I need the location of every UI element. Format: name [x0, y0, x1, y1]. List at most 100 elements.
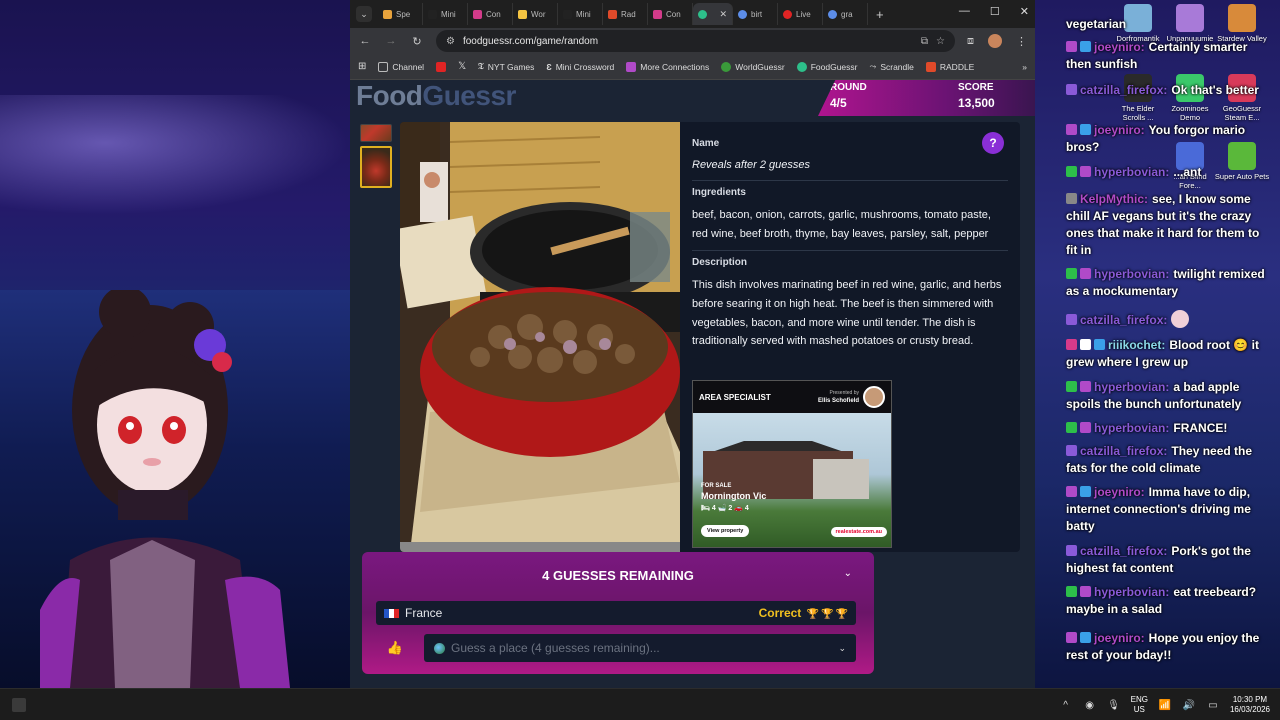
close-tab-icon[interactable]: ✕ — [719, 9, 727, 20]
chat-username[interactable]: hyperbovian: — [1094, 267, 1169, 281]
ad-presented-by: Presented by — [829, 390, 859, 396]
browser-tab[interactable]: birt — [733, 3, 778, 25]
chat-username[interactable]: hyperbovian: — [1094, 421, 1169, 435]
view-property-button[interactable]: View property — [701, 525, 750, 537]
chevron-down-icon[interactable]: ⌄ — [844, 568, 852, 579]
tab-favicon — [738, 9, 747, 19]
microphone-icon[interactable]: 🎙 — [1107, 698, 1121, 712]
forward-icon[interactable]: → — [384, 35, 398, 47]
language-indicator[interactable]: ENG US — [1131, 695, 1148, 715]
bookmark-mini-crossword[interactable]: Ɛ Mini Crossword — [546, 62, 614, 72]
menu-kebab-icon[interactable]: ⋮ — [1016, 35, 1027, 48]
chat-username[interactable]: joeyniro: — [1094, 631, 1145, 645]
browser-tab[interactable]: gra — [823, 3, 868, 25]
bookmark-foodguessr[interactable]: FoodGuessr — [796, 61, 858, 72]
prime-badge-icon — [1080, 124, 1091, 135]
advertisement[interactable]: AREA SPECIALIST Presented by Ellis Schof… — [692, 380, 892, 548]
ingredients-heading: Ingredients — [692, 187, 746, 198]
bookmark-label: RADDLE — [939, 61, 975, 72]
browser-tab[interactable]: Wor — [513, 3, 558, 25]
tray-app-icon[interactable]: ◉ — [1083, 698, 1097, 712]
profile-avatar[interactable] — [988, 34, 1002, 48]
chat-message: KelpMythic: see, I know some chill AF veg… — [1066, 191, 1271, 259]
chat-username[interactable]: hyperbovian: — [1094, 585, 1169, 599]
tab-label: birt — [751, 9, 763, 19]
taskbar-app-icon[interactable] — [12, 698, 26, 712]
bookmark-channel[interactable]: Channel — [378, 61, 424, 72]
volume-icon[interactable]: 🔊 — [1182, 698, 1196, 712]
bookmark-raddle[interactable]: RADDLE — [925, 61, 975, 72]
bookmarks-bar: ⊞ Channel 𝕏 𝔗 NYT Games Ɛ Mini Crossword M… — [350, 54, 1035, 80]
apps-grid-icon[interactable]: ⊞ — [358, 61, 366, 72]
browser-tab[interactable]: Con — [648, 3, 693, 25]
address-bar[interactable]: ⚙ foodguessr.com/game/random ⧉ ☆ — [436, 30, 955, 52]
guesses-remaining-toggle[interactable]: 4 GUESSES REMAINING — [362, 552, 874, 598]
ad-site-logo: realestate.com.au — [830, 527, 887, 537]
bookmark-x[interactable]: 𝕏 — [458, 61, 466, 72]
youtube-icon — [436, 61, 447, 72]
chat-message: catzilla_firefox: Ok that's better — [1066, 82, 1271, 99]
foodguessr-logo[interactable]: FoodGuessr — [356, 80, 516, 112]
sub-badge-icon — [1080, 166, 1091, 177]
tab-search-icon[interactable]: ⌄ — [356, 6, 372, 22]
chat-username[interactable]: catzilla_firefox: — [1080, 444, 1167, 458]
crossword-icon: Ɛ — [546, 61, 552, 72]
browser-tab-active[interactable]: ✕ — [693, 3, 733, 25]
tab-label: Live — [796, 9, 811, 19]
guess-place-select[interactable]: Guess a place (4 guesses remaining)... ⌄ — [424, 634, 856, 662]
verified-badge-icon — [1066, 422, 1077, 433]
bookmark-youtube[interactable] — [436, 61, 447, 72]
wifi-icon[interactable]: 📶 — [1158, 698, 1172, 712]
ad-house-photo: FOR SALE Mornington Vic 🛏 4 🛁 2 🚗 4 View… — [693, 413, 891, 547]
extensions-icon[interactable]: ⧈ — [967, 35, 974, 48]
chat-message: vegetarian — [1066, 16, 1271, 33]
browser-tab[interactable]: Live — [778, 3, 823, 25]
help-icon[interactable]: ? — [982, 132, 1004, 154]
thumbs-up-icon[interactable]: 👍 — [376, 634, 414, 662]
browser-tab[interactable]: Con — [468, 3, 513, 25]
tab-favicon — [653, 9, 662, 19]
sub-badge-icon — [1080, 381, 1091, 392]
stream-chat: vegetarian joeyniro: Certainly smarter th… — [1066, 12, 1276, 672]
clock[interactable]: 10:30 PM 16/03/2026 — [1230, 695, 1270, 715]
bookmark-more-connections[interactable]: More Connections — [626, 61, 709, 72]
more-bookmarks-icon[interactable]: » — [1022, 62, 1027, 72]
battery-icon[interactable]: ▭ — [1206, 698, 1220, 712]
photo-thumbnail[interactable] — [360, 124, 392, 142]
chat-username[interactable]: catzilla_firefox: — [1080, 544, 1167, 558]
chat-username[interactable]: catzilla_firefox: — [1080, 313, 1167, 327]
bookmark-nyt-games[interactable]: 𝔗 NYT Games — [478, 61, 534, 72]
close-window-icon[interactable]: ✕ — [1020, 5, 1029, 18]
browser-tab[interactable]: Spe — [378, 3, 423, 25]
chat-username[interactable]: KelpMythic: — [1080, 192, 1148, 206]
browser-tab[interactable]: Mini — [558, 3, 603, 25]
back-icon[interactable]: ← — [358, 35, 372, 47]
chat-username[interactable]: joeyniro: — [1094, 123, 1145, 137]
chat-username[interactable]: riiikochet: — [1108, 338, 1165, 352]
maximize-icon[interactable]: ☐ — [990, 5, 1000, 18]
reload-icon[interactable]: ↻ — [410, 35, 424, 48]
tray-overflow-icon[interactable]: ^ — [1059, 698, 1073, 712]
install-app-icon[interactable]: ⧉ — [921, 36, 928, 47]
sub-badge-icon — [1066, 445, 1077, 456]
browser-tab[interactable]: Mini — [423, 3, 468, 25]
chat-username[interactable]: catzilla_firefox: — [1080, 83, 1167, 97]
bookmark-scrandle[interactable]: ⤳ Scrandle — [870, 61, 914, 72]
chat-username[interactable]: joeyniro: — [1094, 485, 1145, 499]
chat-username[interactable]: joeyniro: — [1094, 40, 1145, 54]
chat-username[interactable]: hyperbovian: — [1094, 380, 1169, 394]
site-info-icon[interactable]: ⚙ — [446, 36, 455, 47]
tab-favicon — [563, 9, 572, 19]
bookmark-worldguessr[interactable]: WorldGuessr — [721, 61, 785, 72]
new-tab-icon[interactable]: + — [876, 7, 884, 22]
browser-tab[interactable]: Rad — [603, 3, 648, 25]
minimize-icon[interactable]: — — [959, 5, 970, 18]
chat-username[interactable]: hyperbovian: — [1094, 165, 1169, 179]
score-value: 13,500 — [958, 96, 995, 110]
tab-label: Mini — [441, 9, 456, 19]
ad-listing-text: FOR SALE Mornington Vic 🛏 4 🛁 2 🚗 4 — [701, 483, 766, 512]
bookmark-star-icon[interactable]: ☆ — [936, 36, 945, 47]
chat-message: hyperbovian: twilight remixed as a mockum… — [1066, 266, 1271, 300]
photo-thumbnail-active[interactable] — [360, 146, 392, 188]
sub-badge-icon — [1066, 41, 1077, 52]
